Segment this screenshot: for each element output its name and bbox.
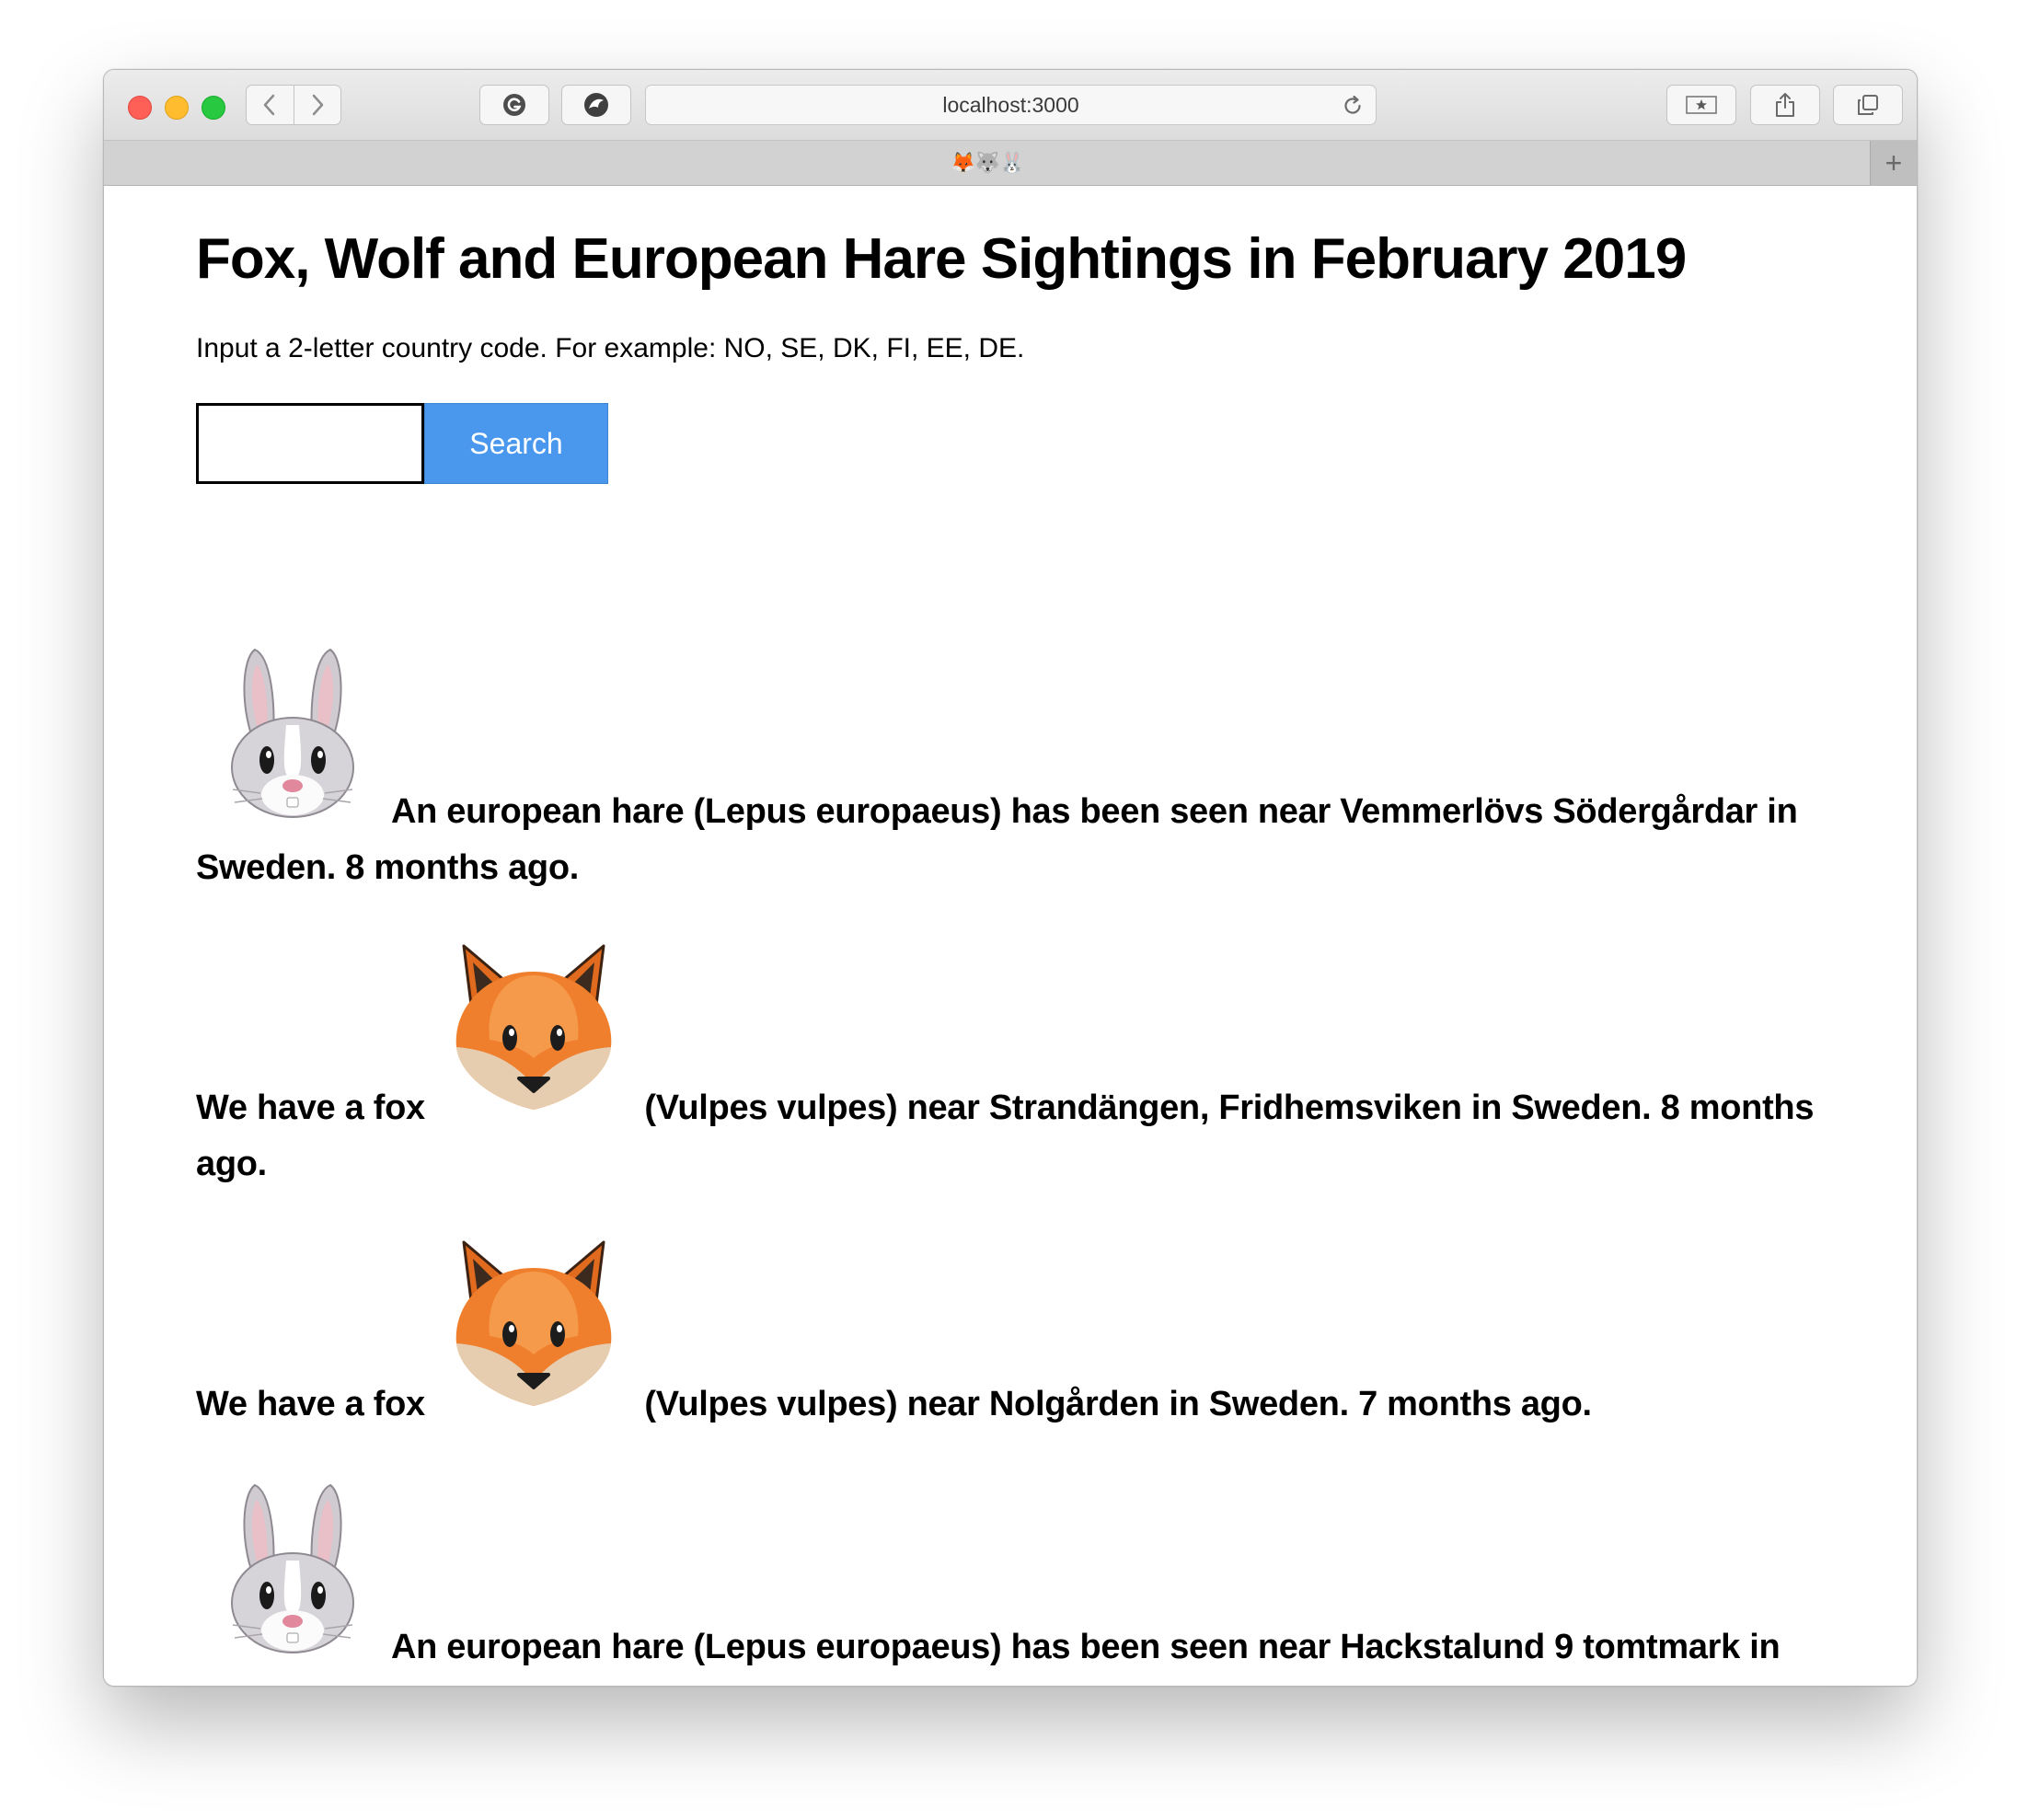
navigation-buttons: [246, 85, 341, 125]
sighting-text-before: We have a fox: [196, 1385, 425, 1423]
sighting-text-after: (Vulpes vulpes) near Strandängen, Fridhe…: [196, 1089, 1815, 1183]
instructions-text: Input a 2-letter country code. For examp…: [196, 333, 1025, 363]
web-page: Fox, Wolf and European Hare Sightings in…: [104, 186, 1917, 1686]
url-text: localhost:3000: [942, 92, 1079, 117]
new-tab-button[interactable]: +: [1870, 141, 1917, 185]
search-button[interactable]: Search: [424, 403, 608, 484]
screen: localhost:3000 🦊🐺🐰 + Fox, Wolf and Europ…: [0, 0, 2017, 1820]
tab-title: 🦊🐺🐰: [951, 151, 1024, 174]
sighting-text: An european hare (Lepus europaeus) has b…: [196, 1628, 1781, 1686]
address-bar[interactable]: localhost:3000: [645, 85, 1377, 125]
share-button[interactable]: [1750, 85, 1820, 125]
extension-button[interactable]: [561, 85, 631, 125]
plus-icon: +: [1884, 145, 1903, 179]
back-button[interactable]: [247, 86, 294, 124]
close-window-button[interactable]: [128, 96, 152, 120]
tabs-overview-button[interactable]: [1833, 85, 1903, 125]
grammarly-icon: [503, 94, 525, 116]
grammarly-extension-button[interactable]: [479, 85, 549, 125]
search-form: Search: [196, 403, 608, 484]
star-icon: [1686, 96, 1717, 114]
extension-icon: [584, 93, 608, 117]
sighting-text-before: We have a fox: [196, 1089, 425, 1127]
fox-icon: [444, 939, 624, 1119]
tab-active[interactable]: 🦊🐺🐰: [104, 141, 1871, 185]
sighting-text: An european hare (Lepus europaeus) has b…: [196, 792, 1798, 887]
chevron-left-icon: [264, 94, 275, 116]
page-title: Fox, Wolf and European Hare Sightings in…: [196, 227, 1687, 291]
country-code-input[interactable]: [196, 403, 424, 484]
forward-button[interactable]: [293, 86, 341, 124]
sighting-text-after: (Vulpes vulpes) near Nolgården in Sweden…: [644, 1385, 1592, 1423]
rabbit-icon: [214, 640, 371, 823]
sighting-item: An european hare (Lepus europaeus) has b…: [196, 1476, 1834, 1686]
bookmarks-button[interactable]: [1666, 85, 1736, 125]
minimize-window-button[interactable]: [165, 96, 189, 120]
browser-toolbar: localhost:3000: [104, 70, 1917, 140]
rabbit-icon: [214, 1476, 371, 1658]
sighting-item: An european hare (Lepus europaeus) has b…: [196, 640, 1834, 896]
reload-icon[interactable]: [1341, 94, 1365, 118]
fox-icon: [444, 1235, 624, 1415]
browser-window: localhost:3000 🦊🐺🐰 + Fox, Wolf and Europ…: [103, 69, 1918, 1687]
tab-bar: 🦊🐺🐰 +: [104, 140, 1917, 186]
sighting-item: We have a fox: [196, 1235, 1834, 1433]
tabs-icon: [1858, 95, 1878, 115]
zoom-window-button[interactable]: [202, 96, 225, 120]
share-icon: [1776, 93, 1794, 117]
chevron-right-icon: [312, 94, 323, 116]
sighting-item: We have a fox: [196, 939, 1834, 1192]
